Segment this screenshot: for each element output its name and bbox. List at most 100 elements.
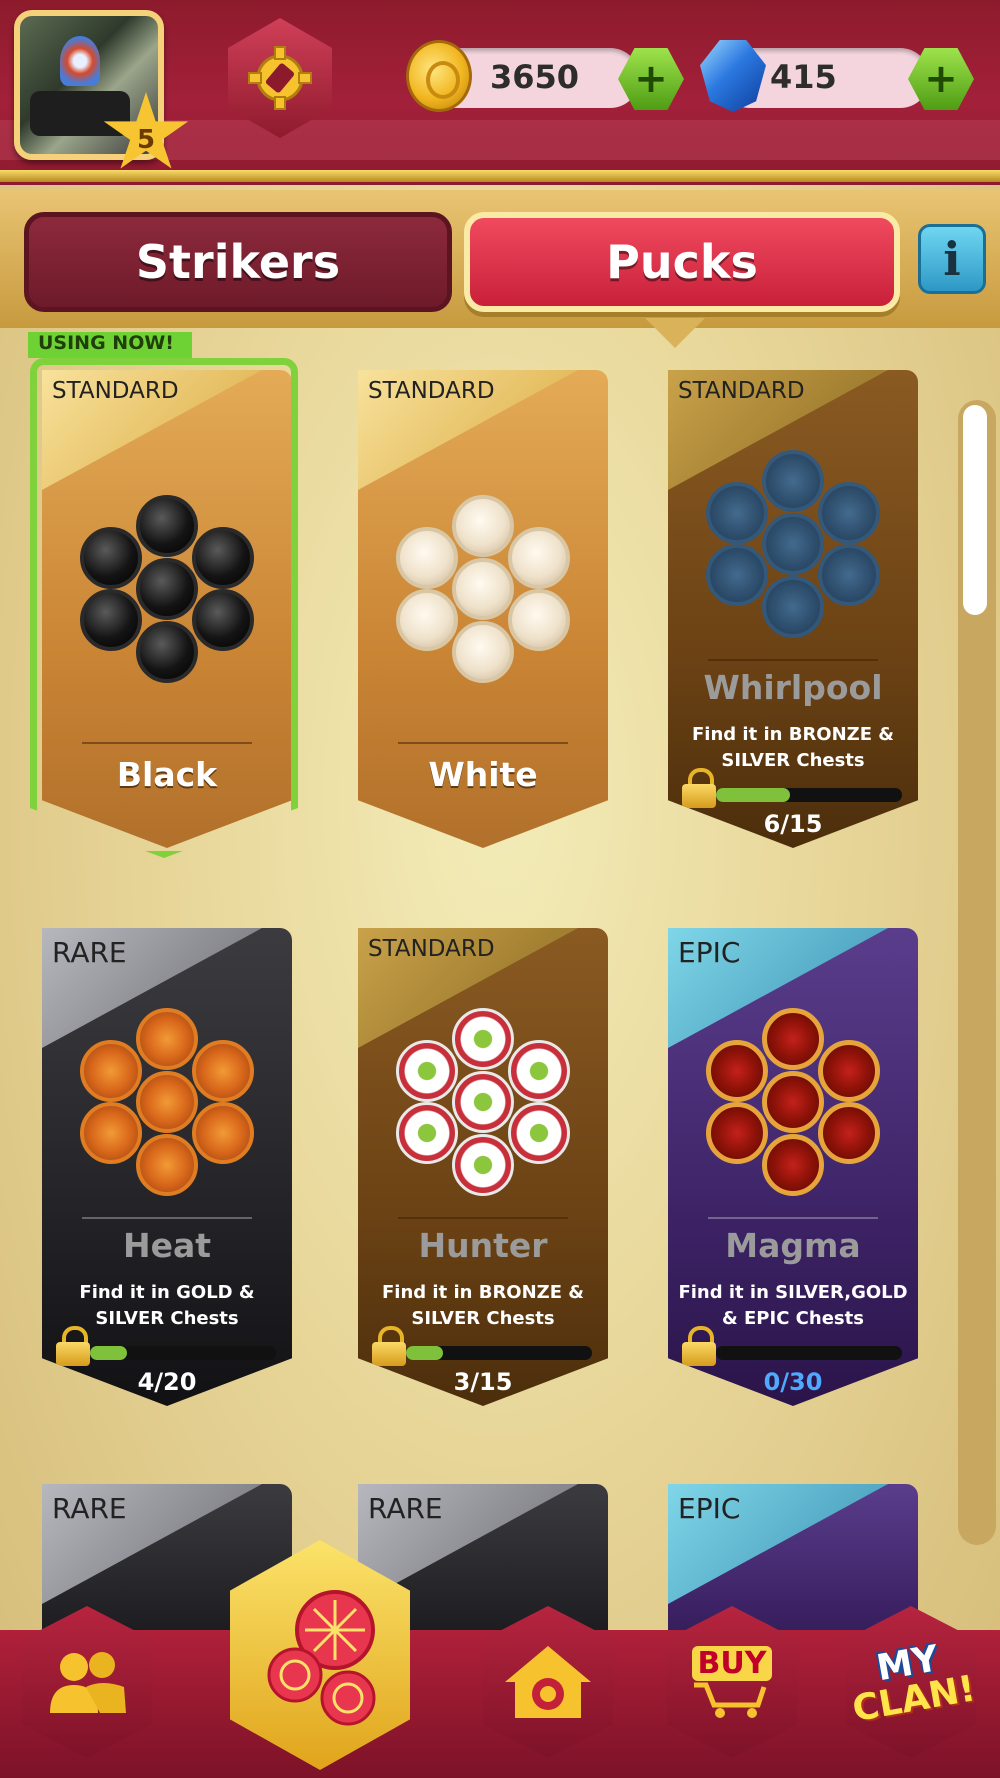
card-name: Hunter [418,1226,548,1265]
puck-disc [762,1008,824,1070]
puck-disc [706,1040,768,1102]
puck-disc [706,482,768,544]
puck-disc [706,1102,768,1164]
puck-disc [818,1040,880,1102]
card-divider [82,1217,252,1219]
info-button[interactable]: i [918,224,986,294]
puck-disc [762,450,824,512]
card-divider [708,659,878,661]
avatar-photo-plant [60,36,100,86]
puck-set-preview [388,495,578,695]
puck-disc [136,1134,198,1196]
card-tier-label: RARE [52,1492,127,1525]
puck-set-preview [698,1008,888,1208]
puck-disc [818,544,880,606]
card-name: Heat [122,1226,212,1265]
card-progress-bar [90,1346,276,1360]
active-tab-pointer [645,318,705,348]
puck-disc [818,482,880,544]
card-progress-fill [90,1346,128,1360]
puck-card-heat[interactable]: RARE Heat Find it in GOLD & SILVER Chest… [42,928,292,1406]
gem-count: 415 [770,58,837,96]
puck-disc [762,576,824,638]
puck-disc [762,513,824,575]
puck-disc [136,1071,198,1133]
puck-disc [136,1008,198,1070]
card-name: Magma [725,1226,861,1265]
puck-set-preview [72,1008,262,1208]
puck-disc [762,1071,824,1133]
puck-disc [508,1102,570,1164]
puck-disc [396,527,458,589]
card-tier-label: EPIC [678,936,741,969]
lock-icon [56,1326,90,1366]
card-progress-count: 3/15 [453,1368,513,1396]
puck-disc [192,1040,254,1102]
tab-strikers[interactable]: Strikers [24,212,452,312]
puck-disc [80,1040,142,1102]
coin-icon [406,40,472,112]
puck-card-magma[interactable]: EPIC Magma Find it in SILVER,GOLD & EPIC… [668,928,918,1406]
lock-icon [682,768,716,808]
puck-disc [452,495,514,557]
puck-disc [452,621,514,683]
puck-disc [818,1102,880,1164]
home-icon [505,1646,591,1718]
using-now-frame [30,358,298,858]
cart-icon [693,1682,767,1718]
puck-disc [192,1102,254,1164]
puck-disc [508,527,570,589]
lock-icon [372,1326,406,1366]
gear-wrench-icon [248,46,312,110]
card-unlock-description: Find it in BRONZE & SILVER Chests [692,724,894,771]
my-clan-logo: MY CLAN! [846,1636,976,1730]
card-progress-bar [716,788,902,802]
card-unlock-description: Find it in GOLD & SILVER Chests [79,1282,255,1329]
card-tier-label: STANDARD [678,378,805,404]
puck-disc [80,1102,142,1164]
card-progress-count: 6/15 [763,810,823,838]
puck-disc [452,1071,514,1133]
puck-card-whirlpool[interactable]: STANDARD Whirlpool Find it in BRONZE & S… [668,370,918,848]
friends-icon [50,1652,126,1713]
card-name: Whirlpool [703,668,883,707]
card-tier-label: RARE [368,1492,443,1525]
card-progress-bar [716,1346,902,1360]
card-divider [708,1217,878,1219]
card-progress-fill [406,1346,444,1360]
card-progress-bar [406,1346,592,1360]
using-now-badge: USING NOW! [28,332,192,358]
puck-set-preview [698,450,888,650]
card-progress-count: 4/20 [137,1368,197,1396]
puck-disc [508,1040,570,1102]
strikers-pucks-icon [267,1590,376,1726]
puck-disc [452,1134,514,1196]
card-tier-label: STANDARD [368,936,495,962]
lock-icon [682,1326,716,1366]
puck-card-white[interactable]: STANDARD White [358,370,608,848]
coin-count: 3650 [490,58,580,96]
puck-disc [396,1102,458,1164]
tab-pucks[interactable]: Pucks [464,212,900,312]
top-bar-gold-trim [0,170,1000,182]
card-progress-fill [716,788,791,802]
card-unlock-description: Find it in BRONZE & SILVER Chests [382,1282,584,1329]
puck-disc [508,589,570,651]
card-tier-label: EPIC [678,1492,741,1525]
card-tier-label: STANDARD [368,378,495,404]
scrollbar-thumb[interactable] [963,405,987,615]
puck-disc [762,1134,824,1196]
player-level: 5 [136,125,156,155]
card-tier-label: RARE [52,936,127,969]
card-unlock-description: Find it in SILVER,GOLD & EPIC Chests [678,1282,908,1329]
puck-card-hunter[interactable]: STANDARD Hunter Find it in BRONZE & SILV… [358,928,608,1406]
puck-disc [396,1040,458,1102]
puck-set-preview [388,1008,578,1208]
puck-disc [706,544,768,606]
card-divider [398,742,568,744]
puck-disc [452,1008,514,1070]
puck-disc [452,558,514,620]
card-divider [398,1217,568,1219]
buy-label: BUY [691,1645,773,1681]
card-progress-count: 0/30 [763,1368,823,1396]
